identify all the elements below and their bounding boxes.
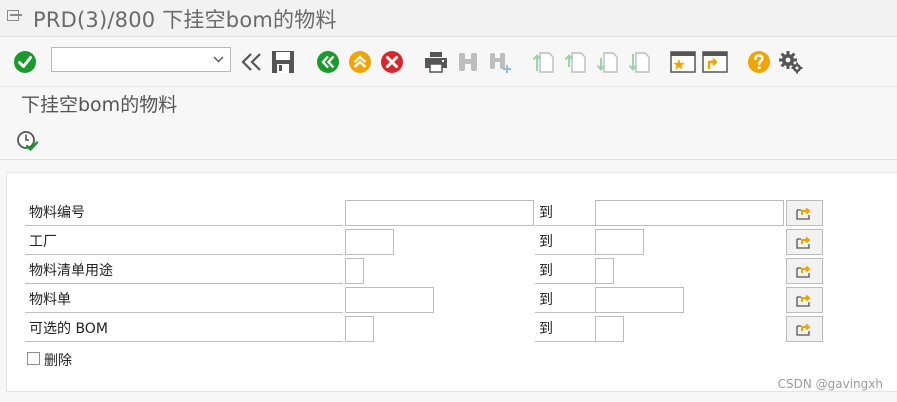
execute-clock-check-icon: [17, 131, 39, 151]
bill-of-material-label: 物料单: [25, 287, 343, 313]
multiple-selection-icon: [795, 323, 811, 336]
settings-button[interactable]: [778, 49, 804, 75]
chevron-down-icon[interactable]: [213, 56, 224, 63]
print-icon: [425, 52, 447, 73]
command-field[interactable]: [51, 47, 231, 72]
screen-title-bar: 下挂空bom的物料: [0, 86, 897, 122]
alternative-bom-from-input[interactable]: [345, 316, 374, 342]
standard-toolbar: [0, 37, 897, 85]
enter-icon: [14, 51, 36, 73]
multiple-selection-button[interactable]: [786, 200, 823, 226]
watermark: CSDN @gavingxh: [777, 377, 883, 391]
last-page-button[interactable]: [627, 49, 653, 75]
plant-label: 工厂: [25, 229, 343, 255]
find-button[interactable]: [455, 49, 481, 75]
bom-from-input[interactable]: [345, 287, 434, 313]
shortcut-icon: [702, 51, 728, 73]
multiple-selection-icon: [795, 265, 811, 278]
multiple-selection-icon: [795, 294, 811, 307]
material-number-label: 物料编号: [25, 200, 343, 226]
bom-to-input[interactable]: [595, 287, 684, 313]
save-icon: [272, 51, 294, 73]
double-left-arrows-icon: [241, 53, 261, 71]
to-label: 到: [535, 287, 595, 313]
material-from-input[interactable]: [345, 200, 534, 226]
to-label: 到: [535, 229, 595, 255]
back-button[interactable]: [315, 49, 341, 75]
command-input[interactable]: [56, 49, 210, 72]
to-label: 到: [535, 316, 595, 342]
print-button[interactable]: [423, 49, 449, 75]
cancel-icon: [381, 51, 403, 73]
next-page-icon: [596, 52, 618, 73]
to-label: 到: [535, 200, 595, 226]
exit-button[interactable]: [347, 49, 373, 75]
back-icon: [317, 51, 339, 73]
bom-usage-label: 物料清单用途: [25, 258, 343, 284]
cancel-button[interactable]: [379, 49, 405, 75]
deleted-checkbox-label: 删除: [44, 353, 72, 369]
help-button[interactable]: [746, 49, 772, 75]
alternative-bom-label: 可选的 BOM: [25, 316, 343, 342]
collapse-command-button[interactable]: [239, 49, 265, 75]
find-next-button[interactable]: [487, 49, 513, 75]
find-next-icon: [490, 53, 511, 73]
multiple-selection-button[interactable]: [786, 287, 823, 313]
bom-usage-to-input[interactable]: [595, 258, 614, 284]
help-icon: [748, 51, 770, 73]
plant-from-input[interactable]: [345, 229, 394, 255]
window-title: PRD(3)/800 下挂空bom的物料: [33, 8, 337, 32]
title-bar: PRD(3)/800 下挂空bom的物料: [0, 0, 897, 37]
first-page-icon: [532, 52, 554, 73]
settings-gear-icon: [779, 51, 803, 74]
last-page-icon: [628, 52, 650, 73]
enter-button[interactable]: [12, 49, 38, 75]
screen-title: 下挂空bom的物料: [21, 94, 178, 116]
alternative-bom-to-input[interactable]: [595, 316, 624, 342]
previous-page-button[interactable]: [563, 49, 589, 75]
create-session-icon: [670, 51, 696, 73]
previous-page-icon: [564, 52, 586, 73]
create-session-button[interactable]: [670, 49, 696, 75]
next-page-button[interactable]: [595, 49, 621, 75]
to-label: 到: [535, 258, 595, 284]
multiple-selection-button[interactable]: [786, 316, 823, 342]
bom-usage-from-input[interactable]: [345, 258, 364, 284]
material-to-input[interactable]: [595, 200, 784, 226]
first-page-button[interactable]: [531, 49, 557, 75]
multiple-selection-button[interactable]: [786, 229, 823, 255]
multiple-selection-icon: [795, 236, 811, 249]
multiple-selection-icon: [795, 207, 811, 220]
menu-icon[interactable]: [7, 10, 23, 24]
exit-icon: [349, 51, 371, 73]
plant-to-input[interactable]: [595, 229, 644, 255]
execute-button[interactable]: [16, 129, 40, 153]
deleted-checkbox[interactable]: [27, 352, 40, 365]
find-icon: [459, 53, 477, 71]
application-toolbar: [0, 121, 897, 160]
shortcut-button[interactable]: [702, 49, 728, 75]
save-button[interactable]: [270, 49, 296, 75]
multiple-selection-button[interactable]: [786, 258, 823, 284]
